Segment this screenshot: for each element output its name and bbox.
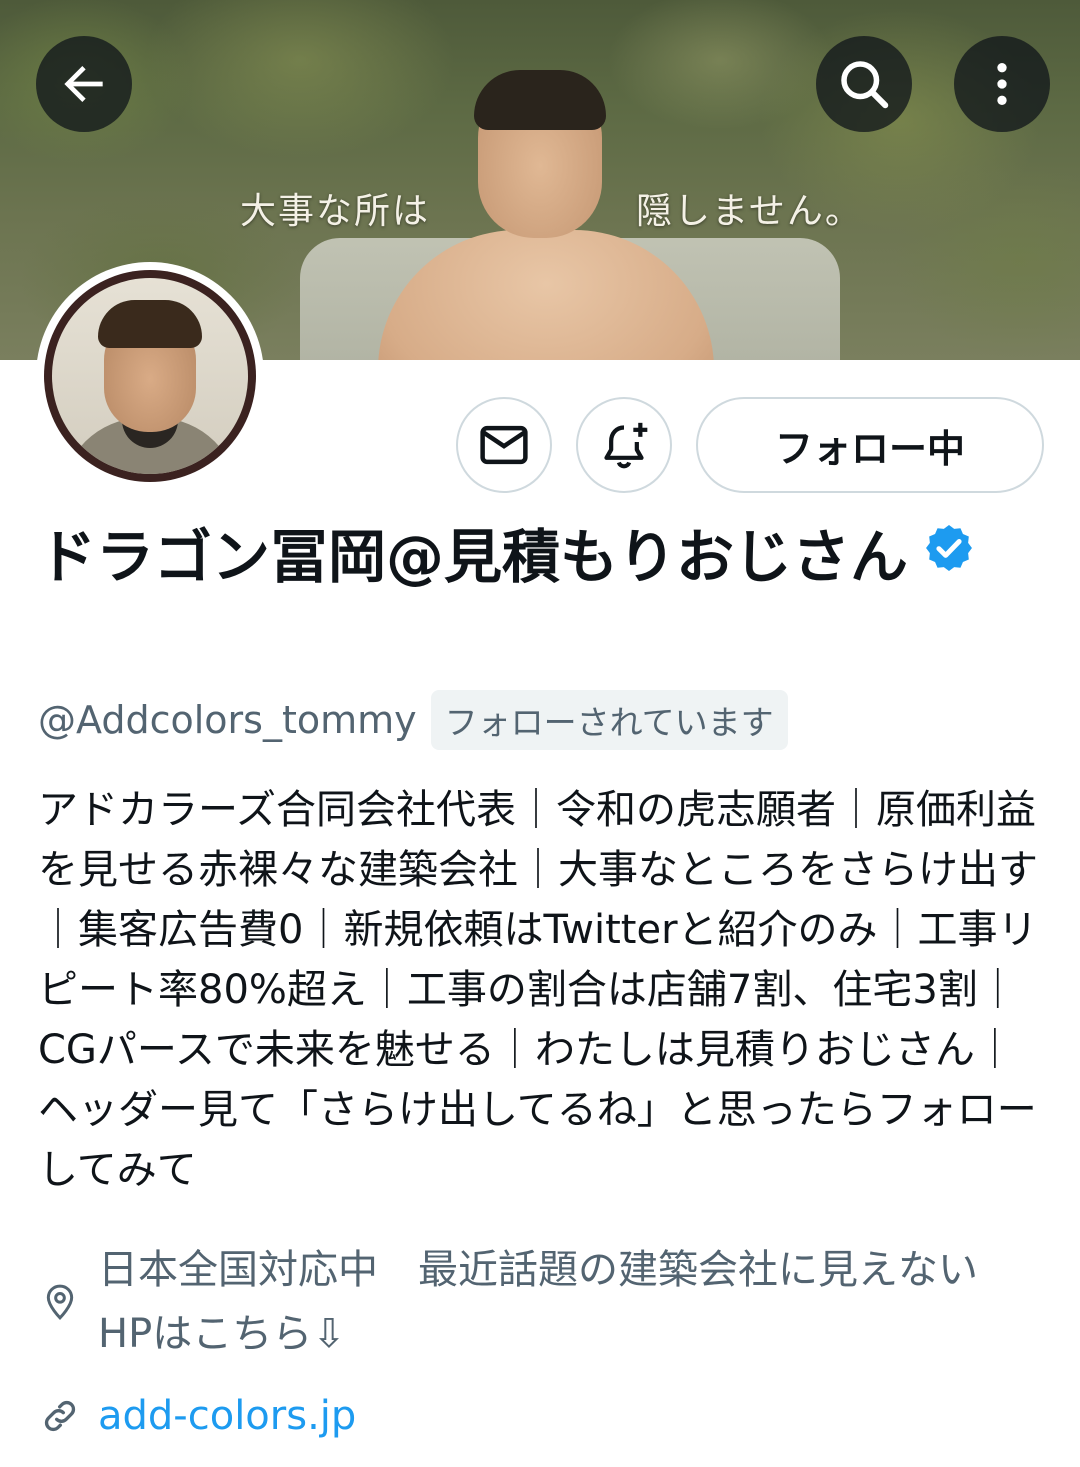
location-pin-icon: [38, 1272, 82, 1332]
back-button[interactable]: [36, 36, 132, 132]
banner-caption-right: 隠しません。: [636, 191, 863, 232]
message-button[interactable]: [456, 397, 552, 493]
website-link[interactable]: add-colors.jp: [98, 1386, 356, 1446]
following-button[interactable]: フォロー中: [696, 397, 1044, 493]
envelope-icon: [480, 425, 528, 465]
website-row[interactable]: add-colors.jp: [38, 1386, 356, 1446]
search-icon: [841, 61, 889, 109]
banner-caption-left: 大事な所は: [240, 191, 431, 232]
display-name-block: ドラゴン冨岡@見積もりおじさん: [38, 516, 1038, 602]
user-handle: @Addcolors_tommy: [38, 698, 417, 742]
follows-you-badge: フォローされています: [430, 690, 788, 750]
avatar-ring: [44, 270, 256, 482]
avatar-hair: [98, 300, 202, 348]
arrow-left-icon: [64, 66, 103, 102]
link-icon: [38, 1386, 82, 1446]
location-text: 日本全国対応中 最近話題の建築会社に見えないHPはこちら⇩: [98, 1247, 978, 1357]
display-name: ドラゴン冨岡@見積もりおじさん: [38, 523, 909, 591]
more-vertical-icon: [997, 63, 1007, 105]
verified-badge-icon[interactable]: [922, 514, 976, 596]
more-options-button[interactable]: [954, 36, 1050, 132]
banner-person-hair: [474, 70, 606, 130]
location-row: 日本全国対応中 最近話題の建築会社に見えないHPはこちら⇩: [38, 1238, 1042, 1366]
avatar-photo: [52, 278, 248, 474]
notifications-button[interactable]: [576, 397, 672, 493]
bell-plus-icon: [604, 422, 648, 469]
search-button[interactable]: [816, 36, 912, 132]
profile-bio: アドカラーズ合同会社代表｜令和の虎志願者｜原価利益を見せる赤裸々な建築会社｜大事…: [38, 787, 1038, 1193]
handle-row: @Addcolors_tommy フォローされています: [38, 690, 788, 750]
profile-avatar[interactable]: [36, 262, 264, 490]
